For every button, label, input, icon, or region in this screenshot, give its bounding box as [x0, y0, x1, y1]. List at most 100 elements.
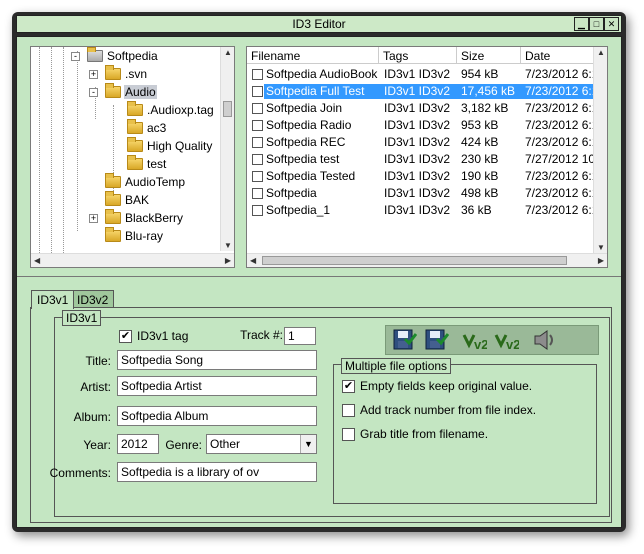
column-header-tags[interactable]: Tags: [379, 47, 457, 64]
row-checkbox[interactable]: [252, 69, 263, 80]
file-date: 7/23/2012 6:17:: [525, 101, 599, 115]
file-list[interactable]: Filename Tags Size Date Softpedia AudioB…: [246, 46, 608, 268]
file-name: Softpedia_1: [266, 203, 331, 217]
comments-label: Comments:: [49, 466, 111, 480]
title-bar[interactable]: ID3 Editor ▁ □ ✕: [16, 15, 622, 33]
scroll-left-icon[interactable]: ◀: [250, 256, 256, 265]
comments-field[interactable]: Softpedia is a library of ov: [117, 462, 317, 482]
file-date: 7/23/2012 6:17:: [525, 67, 599, 81]
file-row[interactable]: Softpedia ID3v1 ID3v2 498 kB 7/23/2012 6…: [247, 185, 607, 202]
title-label: Title:: [85, 354, 111, 368]
file-date: 7/23/2012 6:17:: [525, 169, 599, 183]
album-field[interactable]: Softpedia Album: [117, 406, 317, 426]
close-button[interactable]: ✕: [604, 17, 619, 31]
grab-title-checkbox[interactable]: [342, 428, 355, 441]
genre-label: Genre:: [165, 438, 202, 452]
splitter[interactable]: [17, 276, 621, 277]
file-tags: ID3v1 ID3v2: [384, 67, 451, 81]
column-header-size[interactable]: Size: [457, 47, 521, 64]
file-name: Softpedia REC: [266, 135, 346, 149]
tree-node-label: ac3: [147, 121, 167, 135]
save-all-icon[interactable]: [423, 327, 450, 353]
row-checkbox[interactable]: [252, 171, 263, 182]
collapse-icon[interactable]: -: [71, 52, 80, 61]
file-row[interactable]: Softpedia AudioBook ID3v1 ID3v2 954 kB 7…: [247, 66, 607, 83]
title-field[interactable]: Softpedia Song: [117, 350, 317, 370]
file-date: 7/23/2012 6:17:: [521, 84, 599, 99]
file-size: 36 kB: [461, 203, 492, 217]
tree-horizontal-scrollbar[interactable]: ◀ ▶: [31, 253, 234, 267]
tree-node-label: BlackBerry: [125, 211, 184, 225]
column-header-filename[interactable]: Filename: [247, 47, 379, 64]
artist-field[interactable]: Softpedia Artist: [117, 376, 317, 396]
file-tags: ID3v1 ID3v2: [384, 203, 451, 217]
tree-node-label: Blu-ray: [125, 229, 164, 243]
file-name: Softpedia Join: [266, 101, 343, 115]
row-checkbox[interactable]: [252, 120, 263, 131]
scroll-right-icon[interactable]: ▶: [225, 256, 231, 265]
expand-icon[interactable]: +: [89, 70, 98, 79]
scroll-right-icon[interactable]: ▶: [598, 256, 604, 265]
files-vertical-scrollbar[interactable]: ▲ ▼: [593, 47, 607, 253]
file-row[interactable]: Softpedia REC ID3v1 ID3v2 424 kB 7/23/20…: [247, 134, 607, 151]
row-checkbox[interactable]: [252, 188, 263, 199]
file-row[interactable]: Softpedia_1 ID3v1 ID3v2 36 kB 7/23/2012 …: [247, 202, 607, 219]
file-name: Softpedia: [266, 186, 317, 200]
scroll-down-icon[interactable]: ▼: [224, 241, 232, 250]
copy-v1-to-v2-icon[interactable]: v2: [493, 327, 520, 353]
files-horizontal-scrollbar[interactable]: ◀ ▶: [247, 253, 607, 267]
maximize-button[interactable]: □: [589, 17, 604, 31]
year-label: Year:: [83, 438, 111, 452]
folder-icon: [105, 209, 121, 224]
tree-vertical-scrollbar[interactable]: ▲ ▼: [220, 47, 234, 251]
file-row[interactable]: Softpedia Radio ID3v1 ID3v2 953 kB 7/23/…: [247, 117, 607, 134]
tree-node-label: High Quality: [147, 139, 213, 153]
window-title: ID3 Editor: [292, 17, 346, 31]
folder-icon: [105, 65, 121, 80]
row-checkbox[interactable]: [252, 103, 263, 114]
track-field[interactable]: 1: [284, 327, 316, 345]
scroll-down-icon[interactable]: ▼: [597, 243, 605, 252]
empty-fields-label: Empty fields keep original value.: [360, 379, 533, 393]
svg-text:v2: v2: [506, 337, 519, 352]
scroll-thumb[interactable]: [223, 101, 232, 117]
file-tags: ID3v1 ID3v2: [384, 169, 451, 183]
file-row[interactable]: Softpedia test ID3v1 ID3v2 230 kB 7/27/2…: [247, 151, 607, 168]
file-row[interactable]: Softpedia Join ID3v1 ID3v2 3,182 kB 7/23…: [247, 100, 607, 117]
genre-select[interactable]: Other ▼: [206, 434, 317, 454]
file-name: Softpedia Full Test: [264, 84, 379, 99]
year-field[interactable]: 2012: [117, 434, 159, 454]
folder-tree[interactable]: - Softpedia + .svn - Audio .Audioxp.tag …: [30, 46, 235, 268]
empty-fields-checkbox[interactable]: ✔: [342, 380, 355, 393]
collapse-icon[interactable]: -: [89, 88, 98, 97]
file-size: 953 kB: [461, 118, 499, 132]
tab-id3v1[interactable]: ID3v1: [31, 290, 75, 309]
add-track-number-checkbox[interactable]: [342, 404, 355, 417]
row-checkbox[interactable]: [252, 137, 263, 148]
row-checkbox[interactable]: [252, 86, 263, 97]
file-size: 3,182 kB: [461, 101, 509, 115]
id3v1-tag-checkbox[interactable]: ✔: [119, 330, 132, 343]
file-name: Softpedia Tested: [266, 169, 356, 183]
tab-id3v2[interactable]: ID3v2: [71, 290, 115, 308]
tree-node-label: test: [147, 157, 167, 171]
chevron-down-icon[interactable]: ▼: [300, 435, 316, 453]
scroll-left-icon[interactable]: ◀: [34, 256, 40, 265]
file-tags: ID3v1 ID3v2: [379, 84, 457, 99]
svg-text:v2: v2: [474, 337, 487, 352]
file-name: Softpedia test: [266, 152, 340, 166]
save-icon[interactable]: [391, 327, 418, 353]
scroll-up-icon[interactable]: ▲: [597, 48, 605, 57]
row-checkbox[interactable]: [252, 154, 263, 165]
row-checkbox[interactable]: [252, 205, 263, 216]
scroll-up-icon[interactable]: ▲: [224, 48, 232, 57]
scroll-thumb[interactable]: [262, 256, 567, 265]
file-row[interactable]: Softpedia Tested ID3v1 ID3v2 190 kB 7/23…: [247, 168, 607, 185]
expand-icon[interactable]: +: [89, 214, 98, 223]
file-row[interactable]: Softpedia Full Test ID3v1 ID3v2 17,456 k…: [247, 83, 607, 100]
folder-icon: [105, 173, 121, 188]
play-icon[interactable]: [531, 327, 557, 353]
minimize-button[interactable]: ▁: [574, 17, 589, 31]
copy-v2-to-v1-icon[interactable]: v2: [461, 327, 488, 353]
drive-icon: [87, 47, 103, 62]
